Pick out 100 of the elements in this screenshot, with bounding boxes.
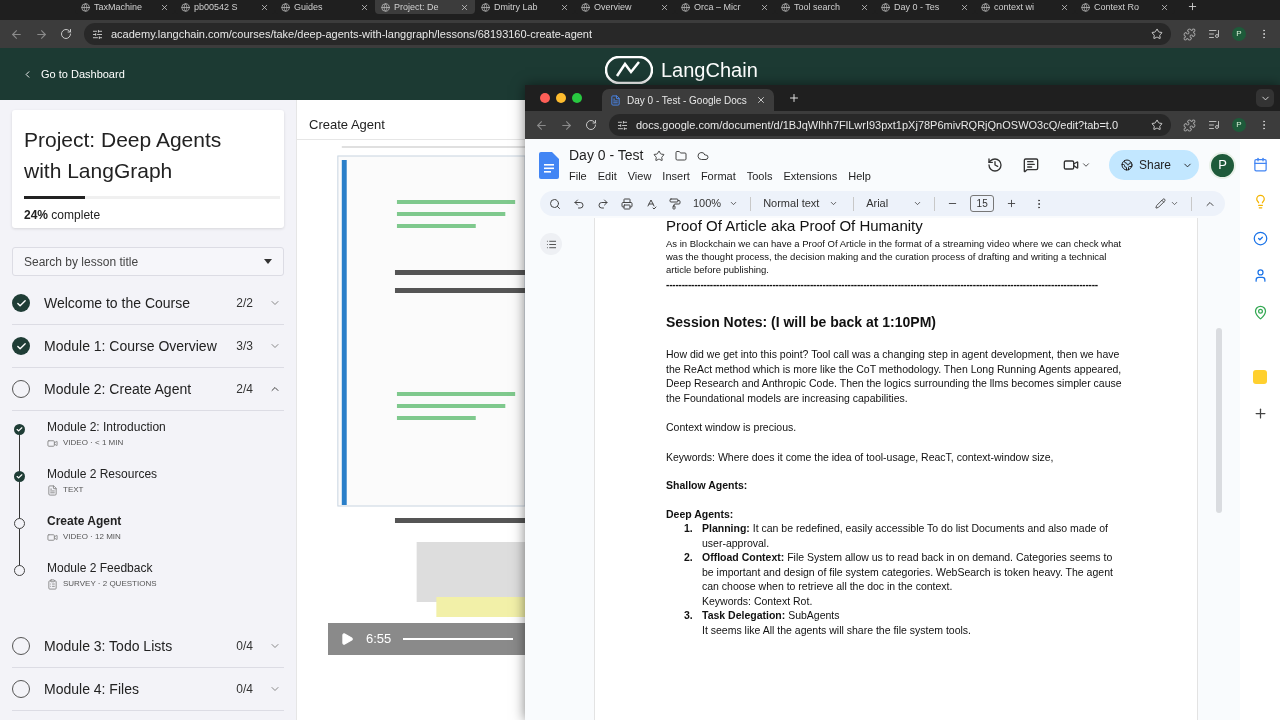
- address-field[interactable]: docs.google.com/document/d/1BJqWlhh7FlLwrI93pxt1pXj78P6mivRQRjQnOSWO3cQ/edit?tab=t.0: [609, 114, 1171, 136]
- close-icon[interactable]: [1160, 2, 1169, 12]
- bookmark-star-icon[interactable]: [1151, 119, 1163, 131]
- list-icon: [545, 238, 557, 250]
- dashboard-link[interactable]: Go to Dashboard: [22, 65, 125, 83]
- menu-item[interactable]: Extensions: [783, 168, 838, 185]
- lesson-item[interactable]: Create Agent VIDEO · 12 MIN: [47, 513, 122, 560]
- lesson-item[interactable]: Module 2 Resources TEXT: [47, 466, 158, 513]
- profile-avatar[interactable]: P: [1232, 118, 1246, 132]
- close-icon[interactable]: [460, 2, 469, 12]
- add-icon[interactable]: [1252, 406, 1268, 421]
- menu-item[interactable]: Help: [848, 168, 871, 185]
- comment-icon[interactable]: [1023, 157, 1039, 173]
- media-icon[interactable]: [1208, 119, 1220, 131]
- menu-item[interactable]: Format: [700, 168, 736, 185]
- paint-format-icon[interactable]: [669, 197, 681, 210]
- doc-heading: Proof Of Article aka Proof Of Humanity: [666, 218, 924, 234]
- minimize-window-icon[interactable]: [556, 93, 566, 103]
- menu-item[interactable]: Insert: [662, 168, 690, 185]
- site-info-icon[interactable]: [617, 119, 628, 131]
- module-row[interactable]: Module 2: Create Agent 2/4: [12, 368, 284, 411]
- close-icon[interactable]: [756, 95, 766, 105]
- tab-title: Day 0 - Tes: [894, 2, 941, 12]
- forward-icon[interactable]: [35, 27, 48, 41]
- close-window-icon[interactable]: [540, 93, 550, 103]
- folder-icon[interactable]: [675, 149, 688, 162]
- spellcheck-icon[interactable]: [645, 197, 657, 210]
- map-pin-icon[interactable]: [1252, 305, 1268, 320]
- tab-search-button[interactable]: [1256, 89, 1274, 107]
- play-icon[interactable]: [340, 632, 354, 646]
- video-camera-icon[interactable]: [1063, 157, 1079, 173]
- lesson-title: Create Agent: [309, 115, 385, 134]
- address-field[interactable]: academy.langchain.com/courses/take/deep-agents-with-langgraph/lessons/68193160-create-agent: [84, 23, 1171, 45]
- caret-icon[interactable]: [1081, 160, 1091, 170]
- cloud-icon[interactable]: [697, 149, 710, 162]
- caret-icon[interactable]: [1170, 199, 1179, 208]
- menu-item[interactable]: View: [627, 168, 652, 185]
- browser-tab[interactable]: Project: De: [375, 0, 475, 14]
- menu-item[interactable]: Tools: [746, 168, 773, 185]
- favicon-icon: [81, 2, 90, 12]
- tab-title: pb00542 S: [194, 2, 239, 12]
- history-icon[interactable]: [987, 157, 1003, 173]
- style-dropdown[interactable]: Normal text: [763, 195, 842, 212]
- close-icon[interactable]: [860, 2, 869, 12]
- menu-item[interactable]: Edit: [597, 168, 617, 185]
- favicon-icon: [781, 2, 790, 12]
- document-title[interactable]: Day 0 - Test: [569, 145, 644, 167]
- close-icon[interactable]: [660, 2, 669, 12]
- tasks-icon[interactable]: [1252, 231, 1268, 246]
- doc-paragraph: Context window is precious.: [666, 420, 798, 435]
- menu-item[interactable]: File: [569, 168, 587, 185]
- lesson-search-dropdown[interactable]: Search by lesson title: [12, 247, 284, 276]
- new-tab-icon[interactable]: [788, 92, 800, 104]
- close-icon[interactable]: [360, 2, 369, 12]
- pencil-icon[interactable]: [1155, 198, 1166, 209]
- close-icon[interactable]: [260, 2, 269, 12]
- font-dropdown[interactable]: Arial: [866, 195, 923, 212]
- close-icon[interactable]: [160, 2, 169, 12]
- close-icon[interactable]: [560, 2, 569, 12]
- scrollbar[interactable]: [1216, 328, 1222, 513]
- new-tab-icon[interactable]: [1187, 1, 1198, 12]
- reload-icon[interactable]: [60, 28, 72, 40]
- bookmark-star-icon[interactable]: [1151, 28, 1163, 40]
- favicon-icon: [981, 2, 990, 12]
- redo-icon[interactable]: [597, 197, 609, 210]
- logo-icon: [605, 56, 653, 84]
- profile-avatar[interactable]: P: [1232, 27, 1246, 41]
- reload-icon[interactable]: [585, 119, 597, 131]
- font-size-field[interactable]: 15: [970, 195, 995, 212]
- extensions-icon[interactable]: [1183, 27, 1196, 41]
- close-icon[interactable]: [760, 2, 769, 12]
- docs-logo-icon[interactable]: [539, 151, 559, 179]
- calendar-icon[interactable]: [1252, 157, 1268, 172]
- increase-size-icon[interactable]: [1006, 198, 1018, 209]
- lesson-item[interactable]: Module 2: Introduction VIDEO · < 1 MIN: [47, 419, 166, 466]
- print-icon[interactable]: [621, 197, 633, 210]
- media-icon[interactable]: [1208, 28, 1220, 40]
- forward-icon[interactable]: [560, 118, 573, 132]
- caret-icon: [913, 199, 923, 208]
- module-row[interactable]: Module 3: Todo Lists 0/4: [12, 625, 284, 668]
- outline-button[interactable]: [540, 233, 562, 255]
- account-avatar[interactable]: P: [1209, 151, 1236, 179]
- zoom-dropdown[interactable]: 100%: [693, 195, 739, 212]
- site-info-icon[interactable]: [92, 28, 103, 40]
- back-icon[interactable]: [535, 118, 548, 132]
- star-icon[interactable]: [653, 149, 666, 162]
- browser-tab[interactable]: Day 0 - Test - Google Docs: [602, 89, 774, 111]
- back-icon[interactable]: [10, 27, 23, 41]
- lesson-item[interactable]: Module 2 Feedback SURVEY · 2 QUESTIONS: [47, 560, 157, 607]
- search-icon[interactable]: [549, 197, 561, 210]
- module-row[interactable]: Module 4: Files 0/4: [12, 668, 284, 711]
- contacts-icon[interactable]: [1252, 268, 1268, 283]
- module-row[interactable]: Module 1: Course Overview 3/3: [12, 325, 284, 368]
- extensions-icon[interactable]: [1183, 118, 1196, 132]
- module-row[interactable]: Welcome to the Course 2/2: [12, 282, 284, 325]
- share-button[interactable]: Share: [1109, 150, 1199, 180]
- undo-icon[interactable]: [573, 197, 585, 210]
- maximize-window-icon[interactable]: [572, 93, 582, 103]
- close-icon[interactable]: [960, 2, 969, 12]
- close-icon[interactable]: [1060, 2, 1069, 12]
